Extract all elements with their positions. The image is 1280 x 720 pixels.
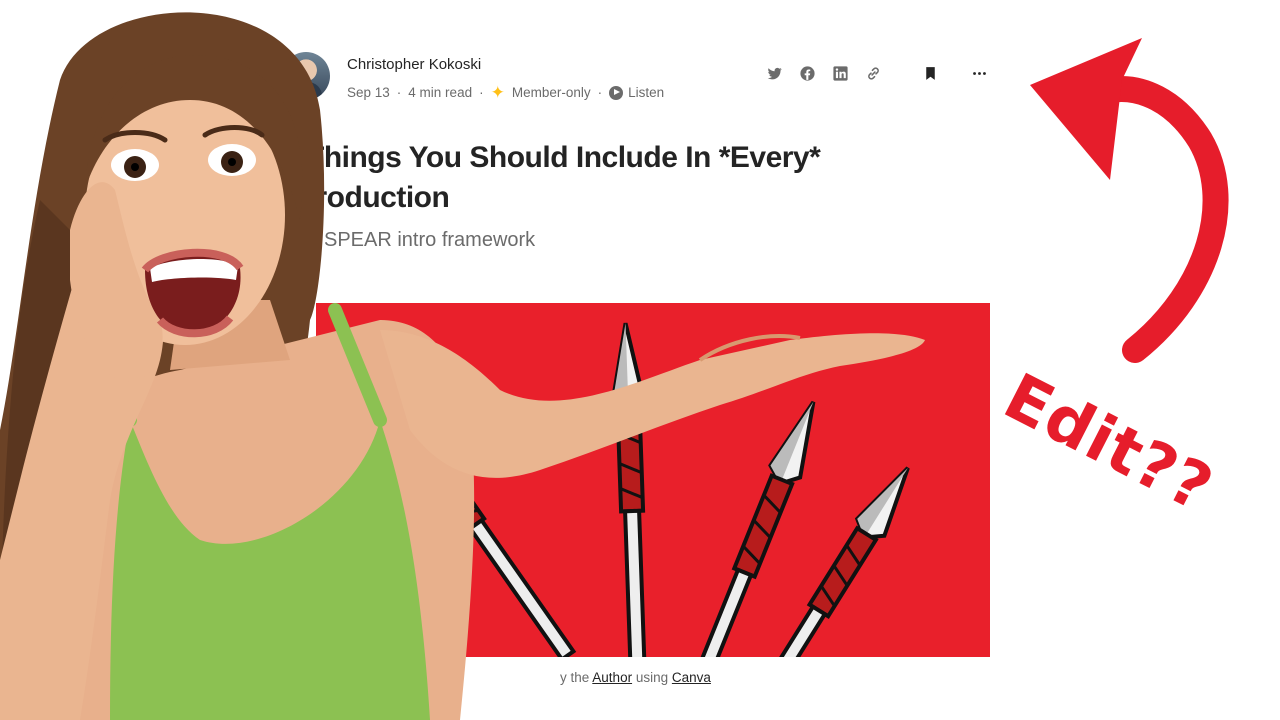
curved-arrow-icon bbox=[1030, 38, 1229, 363]
excited-woman-photo bbox=[0, 12, 925, 720]
more-icon[interactable] bbox=[969, 63, 989, 83]
thumbnail-canvas: Christopher Kokoski Sep 13 · 4 min read … bbox=[0, 0, 1280, 720]
